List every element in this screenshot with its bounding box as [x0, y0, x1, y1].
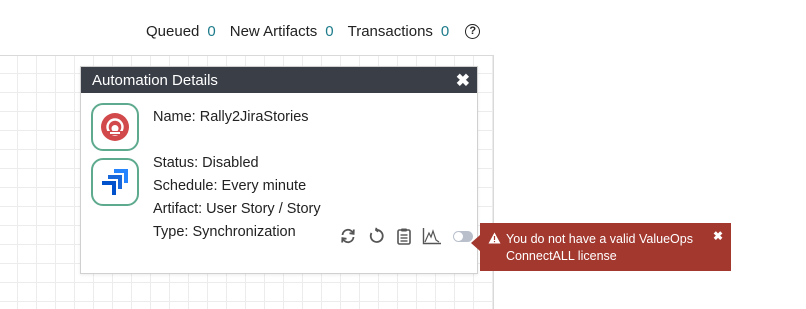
automation-status: Status: Disabled [153, 155, 259, 171]
jira-logo-icon [102, 169, 128, 195]
warning-icon [488, 232, 501, 244]
close-icon[interactable]: ✖ [456, 72, 470, 89]
automation-schedule: Schedule: Every minute [153, 178, 307, 194]
alert-close-icon[interactable]: ✖ [713, 228, 723, 245]
transactions-count[interactable]: 0 [441, 23, 449, 40]
chart-icon[interactable] [421, 225, 443, 247]
panel-title: Automation Details [92, 71, 218, 89]
target-app-tile [91, 158, 139, 206]
automation-details-panel: Automation Details ✖ Name: Rally2JiraSto… [80, 66, 478, 274]
queued-count[interactable]: 0 [207, 23, 215, 40]
status-bar: Queued 0 New Artifacts 0 Transactions 0 … [146, 20, 481, 42]
reset-icon[interactable] [365, 225, 387, 247]
transactions-label: Transactions [347, 22, 433, 40]
clipboard-icon[interactable] [393, 225, 415, 247]
license-alert: You do not have a valid ValueOps Connect… [480, 223, 731, 271]
sync-icon[interactable] [337, 225, 359, 247]
automation-toolbar [337, 225, 473, 247]
queued-label: Queued [146, 22, 200, 40]
panel-header: Automation Details ✖ [81, 67, 477, 93]
alert-pointer [471, 235, 480, 251]
alert-message-line-2: ConnectALL license [506, 249, 617, 263]
help-circle-icon[interactable]: ? [465, 23, 481, 39]
new-artifacts-count[interactable]: 0 [325, 23, 333, 40]
alert-message-line-1: You do not have a valid ValueOps [506, 232, 693, 246]
automation-type: Type: Synchronization [153, 224, 296, 240]
new-artifacts-label: New Artifacts [229, 22, 318, 40]
enable-toggle[interactable] [453, 230, 473, 242]
source-app-tile [91, 103, 139, 151]
toggle-knob [454, 231, 463, 241]
automation-name: Name: Rally2JiraStories [153, 109, 309, 125]
automation-artifact: Artifact: User Story / Story [153, 201, 321, 217]
rally-logo-icon [101, 113, 129, 141]
